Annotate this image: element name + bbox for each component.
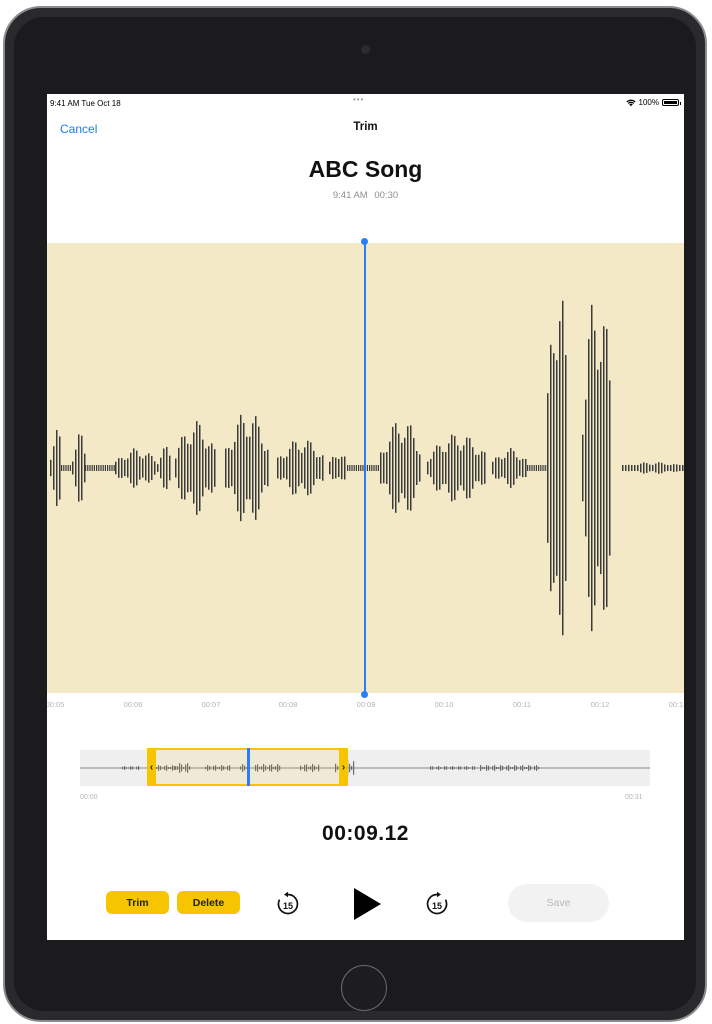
trim-end-handle[interactable]: › [339,748,348,786]
front-camera [361,45,370,54]
trim-button[interactable]: Trim [106,891,169,914]
status-bar: 9:41 AM Tue Oct 18 ••• 100% [47,94,684,110]
delete-button[interactable]: Delete [177,891,240,914]
time-label: 00:10 [434,700,454,709]
overview-start-label: 00:00 [80,794,98,801]
playhead-top-handle[interactable] [361,238,368,245]
time-label: 00:05 [47,700,65,709]
playhead[interactable] [364,241,366,695]
recording-time: 9:41 AM [332,190,368,201]
wifi-icon [625,99,636,106]
time-label: 00:12 [590,700,610,709]
recording-duration: 00:30 [374,190,399,201]
battery-percentage: 100% [638,98,659,107]
recording-title: ABC Song [308,156,423,182]
status-indicators: 100% [625,98,681,107]
time-label: 00:07 [201,700,221,709]
waveform-timeline: 00:05 00:06 00:07 00:08 00:09 00:10 00:1… [47,700,684,712]
skip-forward-15-icon[interactable]: 15 [424,891,450,917]
nav-title: Trim [353,121,378,133]
current-time: 00:09.12 [322,822,409,845]
time-label: 00:09 [356,700,376,709]
time-label: 00:11 [512,700,532,709]
home-button[interactable] [341,965,387,1011]
time-label: 00:06 [123,700,143,709]
skip-forward-label: 15 [432,901,442,911]
trim-start-handle[interactable]: ‹ [147,748,156,786]
multitasking-dots[interactable]: ••• [353,95,364,104]
time-label: 00:13 [668,700,684,709]
playhead-bottom-handle[interactable] [361,691,368,698]
ipad-device: 9:41 AM Tue Oct 18 ••• 100% Cancel Trim … [0,0,712,1024]
skip-back-15-icon[interactable]: 15 [275,891,301,917]
overview-end-label: 00:31 [625,794,643,801]
play-icon[interactable] [351,887,383,921]
time-label: 00:08 [278,700,298,709]
screen: 9:41 AM Tue Oct 18 ••• 100% Cancel Trim … [47,94,684,940]
battery-icon [662,99,681,106]
save-button[interactable]: Save [508,884,609,922]
recording-meta: 9:41 AM 00:30 [47,190,684,201]
overview-playhead[interactable] [247,748,250,786]
status-time: 9:41 AM Tue Oct 18 [50,99,121,108]
skip-back-label: 15 [283,901,293,911]
